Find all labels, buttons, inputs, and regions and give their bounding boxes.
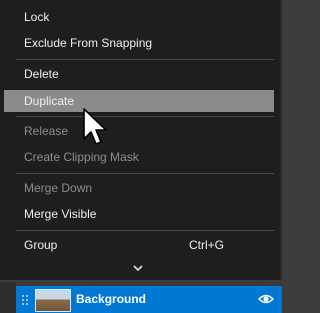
menu-item-lock[interactable]: Lock (24, 8, 49, 26)
menu-item-duplicate[interactable]: Duplicate (24, 92, 74, 110)
context-menu: Lock Exclude From Snapping Delete Duplic… (0, 0, 282, 280)
menu-item-merge-visible[interactable]: Merge Visible (24, 205, 96, 223)
menu-item-release: Release (24, 124, 69, 138)
menu-separator (16, 116, 274, 117)
menu-item-merge-down: Merge Down (24, 181, 93, 195)
layers-panel-gutter (0, 282, 16, 313)
drag-grip-icon[interactable] (21, 294, 29, 306)
group-shortcut: Ctrl+G (188, 238, 224, 252)
menu-item-exclude-from-snapping[interactable]: Exclude From Snapping (24, 34, 152, 52)
chevron-down-icon[interactable] (131, 262, 145, 274)
layer-thumbnail (35, 289, 71, 312)
menu-separator (16, 173, 274, 174)
menu-item-delete[interactable]: Delete (24, 65, 59, 83)
layer-name: Background (76, 292, 147, 306)
mouse-pointer-icon (83, 108, 107, 145)
eye-icon[interactable] (258, 292, 274, 306)
menu-item-group[interactable]: Group (24, 236, 57, 254)
menu-separator (16, 59, 274, 60)
menu-separator (16, 230, 274, 231)
menu-item-create-clipping-mask: Create Clipping Mask (24, 150, 139, 164)
layer-row-background[interactable]: Background (16, 286, 282, 313)
